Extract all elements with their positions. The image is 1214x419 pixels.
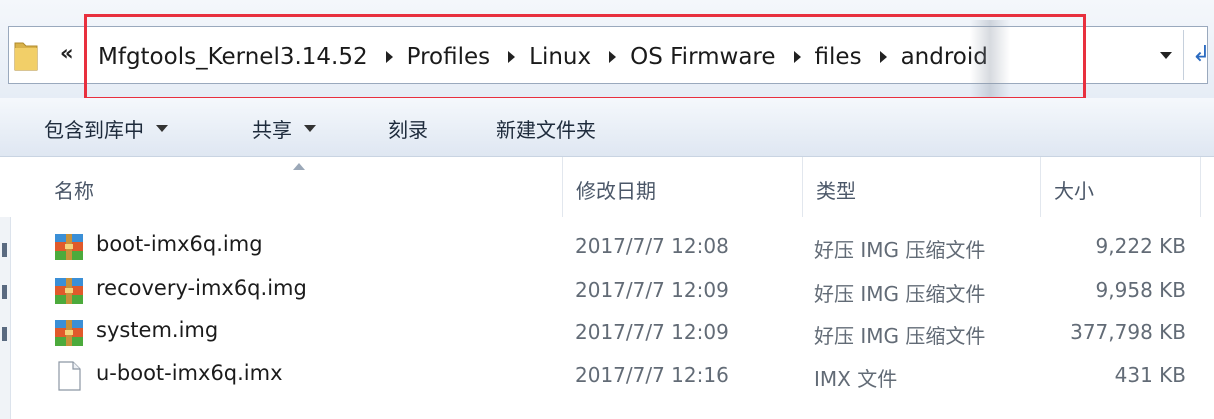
breadcrumb-item[interactable]: Linux <box>529 44 591 70</box>
file-type: IMX 文件 <box>814 367 898 391</box>
column-divider[interactable] <box>1040 157 1041 217</box>
column-divider[interactable] <box>802 157 803 217</box>
address-divider <box>1183 30 1184 80</box>
refresh-icon[interactable]: ↲ <box>1192 42 1210 67</box>
column-divider[interactable] <box>562 157 563 217</box>
breadcrumb-separator-icon[interactable] <box>385 51 393 63</box>
file-date: 2017/7/7 12:09 <box>575 278 729 302</box>
file-type: 好压 IMG 压缩文件 <box>814 282 986 306</box>
file-row[interactable]: u-boot-imx6q.imx 2017/7/7 12:16 IMX 文件 4… <box>40 355 1200 395</box>
command-toolbar: 包含到库中 共享 刻录 新建文件夹 <box>0 98 1214 157</box>
archive-icon <box>55 278 83 304</box>
column-header-size[interactable]: 大小 <box>1054 175 1094 204</box>
file-row[interactable]: system.img 2017/7/7 12:09 好压 IMG 压缩文件 37… <box>40 312 1200 352</box>
file-date: 2017/7/7 12:09 <box>575 320 729 344</box>
include-in-library-button[interactable]: 包含到库中 <box>44 114 168 143</box>
file-size: 9,222 KB <box>1095 234 1186 258</box>
archive-icon <box>55 320 83 346</box>
image-smudge <box>970 20 1010 98</box>
breadcrumb-separator-icon[interactable] <box>793 51 801 63</box>
breadcrumb-item[interactable]: files <box>815 44 862 70</box>
file-name: system.img <box>96 318 219 342</box>
breadcrumb-item[interactable]: Mfgtools_Kernel3.14.52 <box>98 44 368 70</box>
chevron-down-icon <box>304 125 316 132</box>
archive-icon <box>55 234 83 260</box>
column-header-date-modified[interactable]: 修改日期 <box>576 175 656 204</box>
breadcrumb-item[interactable]: OS Firmware <box>630 44 775 70</box>
blank-file-icon <box>58 361 81 391</box>
new-folder-label: 新建文件夹 <box>496 118 596 142</box>
file-type: 好压 IMG 压缩文件 <box>814 324 986 348</box>
share-button[interactable]: 共享 <box>252 114 316 143</box>
column-header-name[interactable]: 名称 <box>54 175 94 204</box>
file-size: 9,958 KB <box>1095 278 1186 302</box>
nav-marker <box>2 327 7 341</box>
chevron-down-icon <box>156 125 168 132</box>
address-bar-region: « Mfgtools_Kernel3.14.52 Profiles Linux … <box>0 0 1214 100</box>
file-date: 2017/7/7 12:08 <box>575 234 729 258</box>
file-date: 2017/7/7 12:16 <box>575 363 729 387</box>
nav-marker <box>2 243 7 257</box>
sort-ascending-icon <box>293 163 305 170</box>
file-size: 377,798 KB <box>1070 320 1186 344</box>
file-type: 好压 IMG 压缩文件 <box>814 238 986 262</box>
breadcrumb-item[interactable]: Profiles <box>407 44 491 70</box>
breadcrumb-separator-icon[interactable] <box>508 51 516 63</box>
breadcrumb: Mfgtools_Kernel3.14.52 Profiles Linux OS… <box>98 40 988 74</box>
file-name: boot-imx6q.img <box>96 232 263 256</box>
breadcrumb-separator-icon[interactable] <box>609 51 617 63</box>
column-header-row: 名称 修改日期 类型 大小 <box>0 157 1214 217</box>
overflow-chevron-icon[interactable]: « <box>60 41 74 65</box>
burn-button[interactable]: 刻录 <box>388 114 428 143</box>
breadcrumb-separator-icon[interactable] <box>879 51 887 63</box>
share-label: 共享 <box>252 118 292 142</box>
new-folder-button[interactable]: 新建文件夹 <box>496 114 596 143</box>
burn-label: 刻录 <box>388 118 428 142</box>
file-name: recovery-imx6q.img <box>96 276 307 300</box>
file-row[interactable]: recovery-imx6q.img 2017/7/7 12:09 好压 IMG… <box>40 270 1200 310</box>
address-dropdown-icon[interactable] <box>1160 52 1172 59</box>
nav-marker <box>2 285 7 299</box>
file-row[interactable]: boot-imx6q.img 2017/7/7 12:08 好压 IMG 压缩文… <box>40 226 1200 266</box>
file-size: 431 KB <box>1114 363 1186 387</box>
folder-icon <box>14 42 38 71</box>
column-header-type[interactable]: 类型 <box>816 175 856 204</box>
column-divider[interactable] <box>1200 157 1201 217</box>
file-name: u-boot-imx6q.imx <box>96 361 283 385</box>
include-in-library-label: 包含到库中 <box>44 118 144 142</box>
